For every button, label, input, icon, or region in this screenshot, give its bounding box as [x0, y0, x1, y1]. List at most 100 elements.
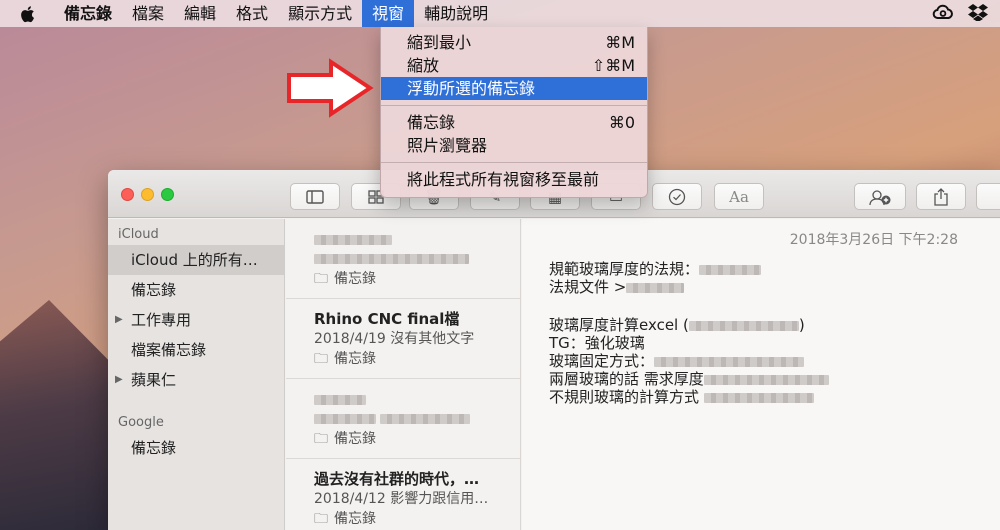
- menu-item-label: 縮到最小: [407, 33, 472, 52]
- menu-item-shortcut: ⇧⌘M: [591, 56, 635, 75]
- menu-item-bring-all-to-front[interactable]: 將此程式所有視窗移至最前: [381, 168, 647, 191]
- note-list: 🗀 備忘錄 Rhino CNC final檔 2018/4/19 沒有其他文字 🗀…: [286, 219, 521, 530]
- menu-item-minimize[interactable]: 縮到最小 ⌘M: [381, 31, 647, 54]
- list-item[interactable]: 🗀 備忘錄: [286, 219, 520, 299]
- note-title: Rhino CNC final檔: [314, 310, 460, 328]
- checklist-button[interactable]: [652, 183, 702, 210]
- sidebar-item-label: 工作專用: [131, 311, 192, 329]
- sidebar-item-label: 檔案備忘錄: [131, 341, 207, 359]
- folder-icon: 🗀: [314, 431, 328, 447]
- share-icon: [934, 187, 948, 206]
- red-arrow-annotation-icon: [287, 58, 374, 118]
- redacted-text: [380, 414, 471, 424]
- folders-sidebar: iCloud iCloud 上的所有… 備忘錄 ▶ 工作專用 檔案備忘錄 ▶ 蘋果仁…: [108, 219, 285, 530]
- sidebar-item-label: 備忘錄: [131, 439, 177, 457]
- add-people-button[interactable]: [854, 183, 906, 210]
- menu-view[interactable]: 顯示方式: [278, 0, 362, 27]
- window-menu-dropdown: 縮到最小 ⌘M 縮放 ⇧⌘M 浮動所選的備忘錄 備忘錄 ⌘0 照片瀏覽器 將此程式所有…: [380, 27, 648, 198]
- note-line: 玻璃厚度計算excel (: [549, 316, 689, 334]
- menu-separator: [381, 105, 647, 106]
- menu-help[interactable]: 輔助說明: [414, 0, 498, 27]
- menu-item-label: 照片瀏覽器: [407, 136, 488, 155]
- sidebar-item-google-notes[interactable]: 備忘錄: [108, 433, 284, 463]
- section-icloud: iCloud: [118, 227, 159, 242]
- add-person-icon: [869, 189, 891, 205]
- notes-window: 🗑 ✎ ▦ ▭ Aa iCloud iCloud 上的所有… 備忘錄 ▶工作專用…: [108, 170, 1000, 530]
- note-meta: 2018/4/12 影響力跟信用…: [314, 491, 489, 507]
- sidebar-item-applejin[interactable]: ▶ 蘋果仁: [108, 365, 284, 395]
- note-line-tail: ): [798, 316, 805, 334]
- folder-icon: 🗀: [314, 271, 328, 287]
- creative-cloud-icon[interactable]: [932, 4, 954, 24]
- toggle-sidebar-button[interactable]: [290, 183, 340, 210]
- menu-item-photo-browser[interactable]: 照片瀏覽器: [381, 134, 647, 157]
- note-line: TG：強化玻璃: [549, 334, 645, 352]
- text-format-icon: Aa: [729, 187, 749, 206]
- sidebar-item-all-icloud[interactable]: iCloud 上的所有…: [108, 245, 284, 275]
- menu-edit[interactable]: 編輯: [174, 0, 226, 27]
- disclosure-triangle-icon[interactable]: ▶: [115, 305, 123, 335]
- menu-item-label: 縮放: [407, 56, 440, 75]
- note-line: 不規則玻璃的計算方式: [549, 388, 700, 406]
- sidebar-item-file-notes[interactable]: 檔案備忘錄: [108, 335, 284, 365]
- close-button[interactable]: [121, 188, 134, 201]
- note-date: 2018年3月26日 下午2:28: [789, 232, 958, 248]
- note-title: 過去沒有社群的時代，…: [314, 470, 480, 488]
- menubar: 備忘錄 檔案 編輯 格式 顯示方式 視窗 輔助說明: [0, 0, 1000, 27]
- sidebar-item-notes[interactable]: 備忘錄: [108, 275, 284, 305]
- note-folder-label: 備忘錄: [334, 351, 376, 367]
- redacted-text: [314, 394, 366, 405]
- redacted-text: [626, 282, 685, 293]
- dropbox-icon[interactable]: [968, 3, 988, 25]
- disclosure-triangle-icon[interactable]: ▶: [115, 365, 123, 395]
- checkmark-circle-icon: [668, 188, 686, 205]
- note-editor[interactable]: 2018年3月26日 下午2:28 規範玻璃厚度的法規： 法規文件 > 玻璃厚度…: [522, 219, 1000, 530]
- list-item[interactable]: Rhino CNC final檔 2018/4/19 沒有其他文字 🗀 備忘錄: [286, 299, 520, 379]
- note-folder-label: 備忘錄: [334, 431, 376, 447]
- note-meta: 2018/4/19 沒有其他文字: [314, 331, 475, 347]
- menu-file[interactable]: 檔案: [122, 0, 174, 27]
- redacted-text: [314, 414, 376, 424]
- sidebar-icon: [306, 189, 324, 204]
- menu-item-zoom[interactable]: 縮放 ⇧⌘M: [381, 54, 647, 77]
- redacted-text: [654, 356, 805, 367]
- zoom-button[interactable]: [161, 188, 174, 201]
- menu-window[interactable]: 視窗: [362, 0, 415, 27]
- list-item[interactable]: 過去沒有社群的時代，… 2018/4/12 影響力跟信用… 🗀 備忘錄: [286, 459, 520, 530]
- note-line: 玻璃固定方式：: [549, 352, 655, 370]
- menu-item-label: 浮動所選的備忘錄: [407, 79, 536, 98]
- menu-format[interactable]: 格式: [226, 0, 278, 27]
- redacted-text: [314, 254, 469, 264]
- note-line: 規範玻璃厚度的法規：: [549, 260, 700, 278]
- section-google: Google: [118, 415, 164, 430]
- menu-item-label: 備忘錄: [407, 113, 456, 132]
- folder-icon: 🗀: [314, 511, 328, 527]
- menu-item-label: 將此程式所有視窗移至最前: [407, 170, 600, 189]
- redacted-text: [699, 264, 762, 275]
- redacted-text: [314, 234, 392, 245]
- note-folder-label: 備忘錄: [334, 271, 376, 287]
- redacted-text: [703, 374, 829, 385]
- menu-item-shortcut: ⌘0: [608, 113, 635, 132]
- format-button[interactable]: Aa: [714, 183, 764, 210]
- minimize-button[interactable]: [141, 188, 154, 201]
- redacted-text: [688, 320, 799, 331]
- share-button[interactable]: [916, 183, 966, 210]
- folder-icon: 🗀: [314, 351, 328, 367]
- note-line: 兩層玻璃的話 需求厚度: [549, 370, 704, 388]
- menu-item-notes[interactable]: 備忘錄 ⌘0: [381, 111, 647, 134]
- menu-item-shortcut: ⌘M: [605, 33, 635, 52]
- list-item[interactable]: 🗀 備忘錄: [286, 379, 520, 459]
- menu-item-float-selected-note[interactable]: 浮動所選的備忘錄: [381, 77, 647, 100]
- sidebar-item-label: iCloud 上的所有…: [131, 251, 258, 269]
- apple-icon[interactable]: [0, 0, 54, 27]
- sidebar-item-work[interactable]: ▶ 工作專用: [108, 305, 284, 335]
- sidebar-item-label: 備忘錄: [131, 281, 177, 299]
- sidebar-item-label: 蘋果仁: [131, 371, 177, 389]
- menu-app-notes[interactable]: 備忘錄: [54, 0, 122, 27]
- note-line: 法規文件 >: [549, 278, 627, 296]
- note-folder-label: 備忘錄: [334, 511, 376, 527]
- search-button[interactable]: [976, 183, 1000, 210]
- menu-separator: [381, 162, 647, 163]
- redacted-text: [703, 392, 814, 403]
